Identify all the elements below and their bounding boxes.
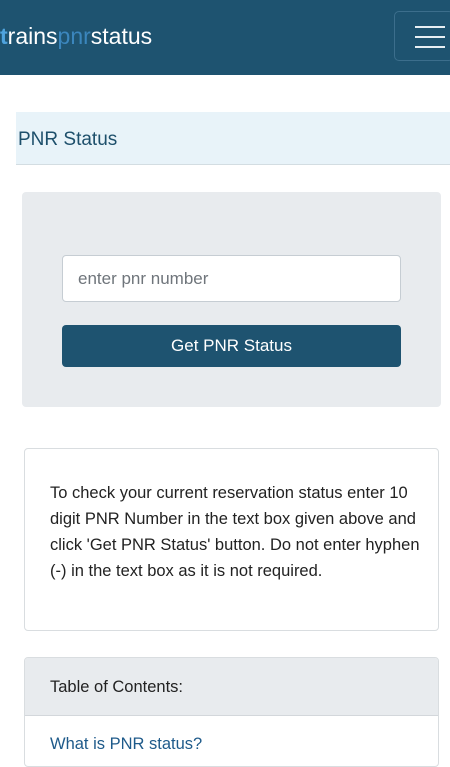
page-header: PNR Status [16, 112, 450, 165]
info-text: To check your current reservation status… [50, 484, 420, 580]
menu-toggle-button[interactable] [394, 11, 450, 61]
logo-letter-t: t [0, 23, 8, 49]
page-title: PNR Status [18, 129, 118, 150]
logo-part-trains: trains [0, 23, 58, 49]
toc-link-what-is-pnr-status[interactable]: What is PNR status? [50, 735, 202, 754]
site-logo[interactable]: trainspnrstatus [0, 20, 152, 52]
hamburger-icon-bar [415, 46, 445, 48]
navbar: trainspnrstatus [0, 0, 450, 75]
hamburger-icon-bar [415, 36, 445, 38]
info-card: To check your current reservation status… [24, 448, 439, 631]
logo-part-pnr: pnr [57, 23, 91, 49]
logo-text-rains: rains [7, 23, 58, 49]
toc-header: Table of Contents: [25, 658, 438, 716]
table-of-contents: Table of Contents: What is PNR status? [24, 657, 439, 767]
pnr-form: Get PNR Status [22, 192, 441, 407]
hamburger-icon [415, 26, 445, 28]
logo-part-status: status [90, 23, 153, 49]
pnr-number-input[interactable] [62, 255, 401, 302]
toc-heading: Table of Contents: [50, 678, 183, 696]
get-pnr-status-button[interactable]: Get PNR Status [62, 325, 401, 367]
